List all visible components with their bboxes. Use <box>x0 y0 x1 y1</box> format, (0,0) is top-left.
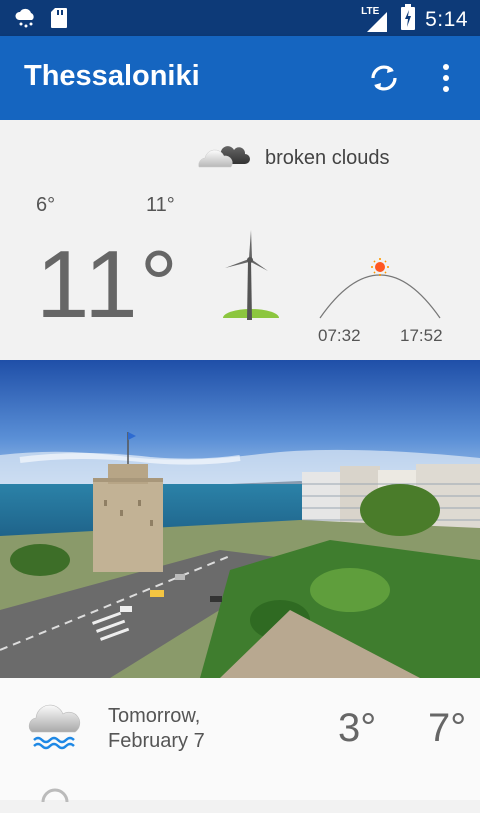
max-temperature: 11° <box>146 194 175 216</box>
weather-snow-icon <box>14 7 38 34</box>
forecast-date-label: February 7 <box>108 730 205 752</box>
more-vert-icon[interactable] <box>434 62 458 94</box>
next-forecast-icon <box>40 788 70 808</box>
city-photo <box>0 360 480 678</box>
city-title: Thessaloniki <box>24 60 200 92</box>
broken-clouds-icon <box>195 137 251 173</box>
sun-arc-icon <box>316 256 444 320</box>
forecast-min-temp: 3° <box>338 706 377 750</box>
forecast-max-temp: 7° <box>428 706 467 750</box>
signal-icon: LTE <box>361 6 391 34</box>
refresh-icon[interactable] <box>366 60 402 96</box>
min-temperature: 6° <box>36 194 56 216</box>
sunrise-time: 07:32 <box>318 326 361 345</box>
forecast-day-label: Tomorrow, <box>108 705 201 727</box>
rain-cloud-icon <box>24 698 84 756</box>
sd-card-icon <box>50 7 68 34</box>
battery-charging-icon <box>401 4 416 35</box>
sunset-time: 17:52 <box>400 326 443 345</box>
app-bar: Thessaloniki <box>0 36 480 120</box>
wind-turbine-icon <box>218 228 282 327</box>
current-temperature: 11° <box>36 231 181 338</box>
status-bar: LTE 5:14 <box>0 0 480 36</box>
forecast-date: Tomorrow, February 7 <box>108 704 205 754</box>
clock: 5:14 <box>425 7 468 31</box>
condition-label: broken clouds <box>265 147 390 169</box>
